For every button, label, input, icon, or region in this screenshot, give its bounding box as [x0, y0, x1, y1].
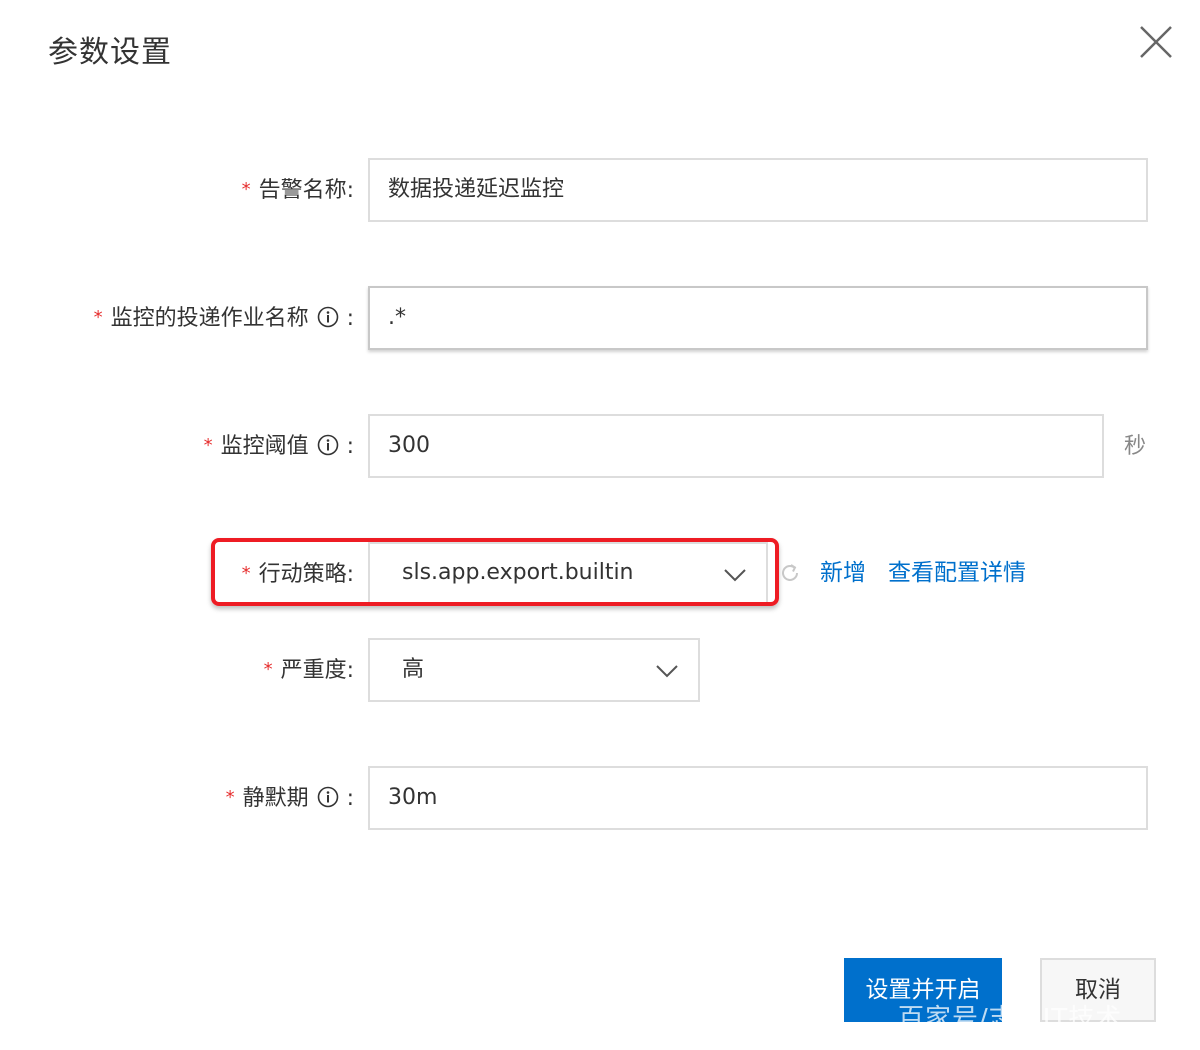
severity-value: 高 [402, 657, 425, 682]
add-policy-link[interactable]: 新增 [820, 556, 866, 590]
dialog-title: 参数设置 [48, 35, 172, 70]
threshold-input[interactable]: 300 [368, 414, 1104, 478]
silence-period-input[interactable]: 30m [368, 766, 1148, 830]
required-mark: * [241, 563, 251, 584]
colon: : [346, 306, 354, 331]
chevron-down-icon [722, 562, 748, 588]
cancel-button[interactable]: 取消 [1040, 958, 1156, 1022]
refresh-icon[interactable] [778, 561, 802, 585]
silence-period-label: * 静默期: [14, 766, 354, 831]
action-policy-select[interactable]: sls.app.export.builtin [368, 542, 768, 604]
job-name-label: * 监控的投递作业名称: [14, 286, 354, 351]
threshold-label: * 监控阈值: [14, 414, 354, 479]
info-icon[interactable] [317, 306, 339, 328]
alert-name-label-text: 告警名称: [258, 178, 354, 203]
confirm-and-enable-button[interactable]: 设置并开启 [844, 958, 1002, 1022]
close-icon[interactable] [1136, 22, 1176, 62]
action-policy-label: * 行动策略: [14, 542, 354, 607]
action-policy-label-text: 行动策略: [258, 562, 354, 587]
job-name-input[interactable]: .* [368, 286, 1148, 350]
severity-label: * 严重度: [14, 638, 354, 703]
required-mark: * [263, 659, 273, 680]
action-policy-value: sls.app.export.builtin [402, 560, 634, 585]
info-icon[interactable] [317, 786, 339, 808]
job-name-label-text: 监控的投递作业名称 [110, 306, 309, 331]
colon: : [346, 786, 354, 811]
threshold-unit: 秒 [1124, 434, 1147, 459]
info-icon[interactable] [317, 434, 339, 456]
threshold-label-text: 监控阈值 [220, 434, 309, 459]
severity-select[interactable]: 高 [368, 638, 700, 702]
required-mark: * [203, 435, 213, 456]
parameter-settings-dialog: 参数设置 * 告警名称: 数据投递延迟监控 * 监控的投递作业名称: .* * 监控阈… [0, 0, 1200, 1050]
required-mark: * [241, 179, 251, 200]
view-config-details-link[interactable]: 查看配置详情 [888, 556, 1026, 590]
alert-name-label: * 告警名称: [14, 158, 354, 223]
alert-name-input[interactable]: 数据投递延迟监控 [368, 158, 1148, 222]
required-mark: * [225, 787, 235, 808]
required-mark: * [93, 307, 103, 328]
severity-label-text: 严重度: [280, 658, 354, 683]
colon: : [346, 434, 354, 459]
silence-period-label-text: 静默期 [242, 786, 309, 811]
chevron-down-icon [654, 658, 680, 684]
